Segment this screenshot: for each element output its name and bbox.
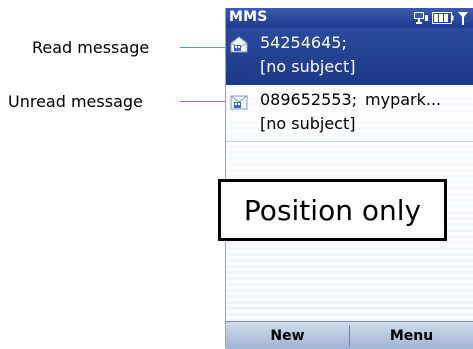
message-list: 54254645; [no subject] 089652553; mypark.… xyxy=(218,28,473,327)
callout-unread-message: Unread message xyxy=(8,92,143,111)
unread-envelope-icon xyxy=(229,91,249,111)
message-sender: 089652553; mypark... xyxy=(260,90,441,109)
message-sender: 54254645; xyxy=(260,33,347,52)
sender-number: 089652553; xyxy=(260,90,358,109)
sender-name: mypark... xyxy=(365,90,442,109)
sender-number: 54254645; xyxy=(260,33,347,52)
callout-line-read xyxy=(180,47,227,48)
message-subject: [no subject] xyxy=(260,114,356,133)
softkey-bar: New Menu xyxy=(226,321,473,349)
read-envelope-icon xyxy=(229,34,249,54)
signal-icon xyxy=(457,11,469,25)
message-row-unread[interactable]: 089652553; mypark... [no subject] xyxy=(226,85,473,142)
status-icons xyxy=(413,10,469,26)
softkey-new-button[interactable]: New xyxy=(226,322,349,349)
softkey-menu-button[interactable]: Menu xyxy=(350,322,473,349)
network-icon xyxy=(413,11,429,25)
message-subject: [no subject] xyxy=(260,57,356,76)
battery-icon xyxy=(432,12,454,24)
message-row-read[interactable]: 54254645; [no subject] xyxy=(226,28,473,85)
app-title: MMS xyxy=(229,9,268,25)
callout-read-message: Read message xyxy=(32,38,150,57)
callout-line-unread xyxy=(180,101,227,102)
position-only-overlay: Position only xyxy=(218,179,447,241)
phone-screen: MMS 54254645; [no subject] 089652553; my… xyxy=(218,8,473,349)
title-bar: MMS xyxy=(226,8,473,28)
